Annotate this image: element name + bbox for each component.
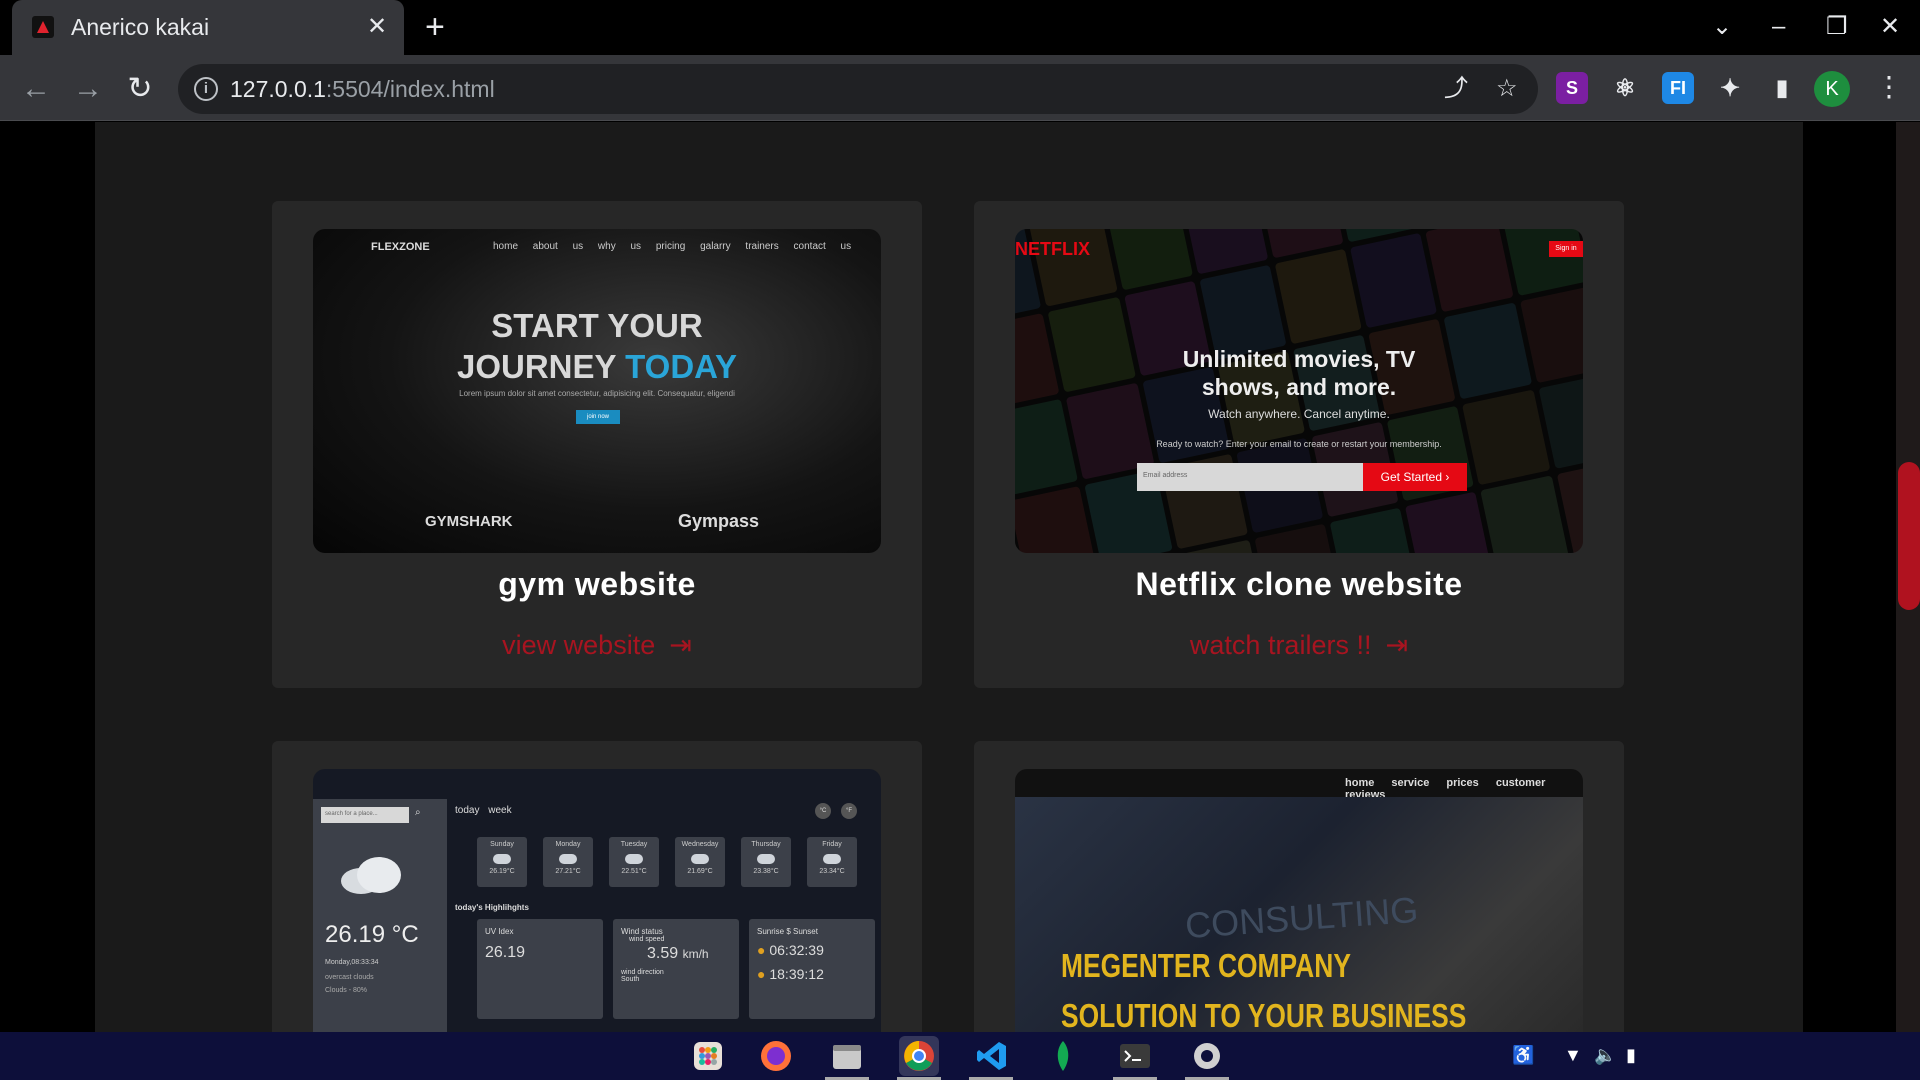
shot-clouds: Clouds - 80% — [325, 987, 368, 994]
browser-tab[interactable]: Anerico kakai ✕ — [12, 0, 404, 55]
react-devtools-icon[interactable]: ⚛ — [1609, 72, 1641, 104]
settings-icon[interactable] — [1187, 1036, 1227, 1076]
shot-search-input: search for a place... — [321, 807, 409, 823]
star-icon[interactable]: ☆ — [1496, 76, 1518, 102]
project-card-netflix: NETFLIX Sign in Unlimited movies, TV sho… — [974, 201, 1624, 688]
menu-icon[interactable]: ⋮ — [1875, 69, 1903, 105]
shot-day-card: Thursday 23.38°C — [741, 837, 791, 887]
shot-unit-c: °C — [815, 803, 831, 819]
scrollbar-thumb[interactable] — [1898, 462, 1920, 610]
sidepanel-icon[interactable]: ▮ — [1766, 72, 1798, 104]
shot-prompt: Ready to watch? Enter your email to crea… — [1156, 439, 1442, 449]
battery-icon[interactable]: ▮ — [1626, 1044, 1636, 1066]
sign-in-arrow-icon: ⇥ — [1385, 630, 1409, 660]
tab-close-button[interactable]: ✕ — [367, 12, 387, 42]
terminal-icon[interactable] — [1115, 1036, 1155, 1076]
new-tab-button[interactable]: + — [425, 10, 445, 44]
shot-signin-button: Sign in — [1549, 241, 1583, 257]
shot-nav: home about us why us pricing galarry tra… — [493, 241, 852, 252]
page-viewport: FLEXZONE home about us why us pricing ga… — [0, 122, 1920, 1032]
wifi-icon[interactable]: ▼ — [1564, 1044, 1582, 1066]
shot-subtitle: Lorem ipsum dolor sit amet consectetur, … — [459, 389, 735, 398]
shot-headline: START YOUR JOURNEY TODAY — [457, 307, 737, 385]
shot-uv-box: UV Idex 26.19 — [477, 919, 603, 1019]
minimize-icon[interactable]: – — [1772, 12, 1785, 42]
shot-brand-gymshark: GYMSHARK — [425, 513, 513, 530]
project-screenshot: search for a place... ⌕ 26.19 °C Monday,… — [313, 769, 881, 1032]
sunset-icon: ● — [757, 966, 766, 982]
project-card-weather: search for a place... ⌕ 26.19 °C Monday,… — [272, 741, 922, 1032]
sign-in-arrow-icon: ⇥ — [669, 630, 692, 660]
shot-get-started-button: Get Started › — [1363, 463, 1467, 491]
info-icon[interactable]: i — [194, 77, 218, 101]
shot-subtitle: Watch anywhere. Cancel anytime. — [1208, 407, 1390, 421]
shot-email-field: Email address — [1137, 463, 1363, 491]
avatar[interactable]: K — [1814, 71, 1850, 107]
shot-day-card: Tuesday 22.51°C — [609, 837, 659, 887]
extension-icon[interactable]: ✦ — [1714, 72, 1746, 104]
shot-sun-box: Sunrise $ Sunset ● 06:32:39 ● 18:39:12 — [749, 919, 875, 1019]
project-title: Netflix clone website — [1135, 566, 1463, 602]
address-bar[interactable]: i 127.0.0.1:5504/index.html ⤴ ☆ — [178, 64, 1538, 114]
close-window-icon[interactable]: ✕ — [1880, 12, 1900, 42]
files-icon[interactable] — [827, 1036, 867, 1076]
project-screenshot: home service prices customer reviews CON… — [1015, 769, 1583, 1032]
shot-temperature: 26.19 °C — [325, 921, 419, 948]
vscode-icon[interactable] — [972, 1036, 1012, 1076]
projects-section: FLEXZONE home about us why us pricing ga… — [95, 122, 1803, 1032]
shot-logo: FLEXZONE — [371, 241, 430, 253]
extension-s-icon[interactable]: S — [1556, 72, 1588, 104]
shot-date: Monday,08:33:34 — [325, 959, 379, 966]
shot-wind-box: Wind status wind speed 3.59 km/h wind di… — [613, 919, 739, 1019]
shot-sidebar: search for a place... ⌕ 26.19 °C Monday,… — [313, 799, 447, 1032]
shot-headline: Unlimited movies, TV shows, and more. — [1182, 346, 1416, 400]
shot-tagline: SOLUTION TO YOUR BUSINESS — [1061, 997, 1467, 1032]
shot-brand: MEGENTER COMPANY — [1061, 947, 1351, 984]
shot-netflix-logo: NETFLIX — [1015, 239, 1090, 259]
shot-unit-f: °F — [841, 803, 857, 819]
accessibility-icon[interactable]: ♿ — [1512, 1044, 1534, 1066]
restore-icon[interactable]: ❐ — [1826, 12, 1848, 42]
launcher-icon[interactable] — [688, 1036, 728, 1076]
shot-hero: CONSULTING MEGENTER COMPANY SOLUTION TO … — [1015, 797, 1583, 1032]
project-screenshot: NETFLIX Sign in Unlimited movies, TV sho… — [1015, 229, 1583, 553]
mongodb-icon[interactable] — [1043, 1036, 1083, 1076]
sunrise-icon: ● — [757, 942, 766, 958]
taskbar: ♿ ▼ 🔈 ▮ — [0, 1032, 1920, 1080]
cloud-icon — [341, 857, 401, 894]
firefox-icon[interactable] — [756, 1036, 796, 1076]
back-icon[interactable]: ← — [18, 71, 54, 107]
browser-toolbar: ← → ↻ i 127.0.0.1:5504/index.html ⤴ ☆ S … — [0, 55, 1920, 121]
volume-icon[interactable]: 🔈 — [1594, 1044, 1616, 1066]
share-icon[interactable]: ⤴ — [1444, 76, 1468, 102]
tab-strip: Anerico kakai ✕ + ⌄ – ❐ ✕ — [0, 0, 1920, 55]
project-title: gym website — [498, 566, 696, 602]
shot-join-button: join now — [576, 410, 620, 424]
shot-brand-gympass: Gympass — [678, 511, 760, 531]
url-text[interactable]: 127.0.0.1:5504/index.html — [230, 76, 495, 103]
project-card-consulting: home service prices customer reviews CON… — [974, 741, 1624, 1032]
forward-icon[interactable]: → — [70, 71, 106, 107]
tab-title: Anerico kakai — [71, 14, 210, 40]
watch-trailers-link[interactable]: watch trailers !! ⇥ — [974, 630, 1624, 661]
shot-hero-word: CONSULTING — [1183, 888, 1420, 947]
chrome-icon[interactable] — [899, 1036, 939, 1076]
tab-search-icon[interactable]: ⌄ — [1712, 12, 1732, 42]
shot-tabs: today week — [455, 805, 512, 816]
project-screenshot: FLEXZONE home about us why us pricing ga… — [313, 229, 881, 553]
view-website-link[interactable]: view website ⇥ — [272, 630, 922, 661]
project-card-gym: FLEXZONE home about us why us pricing ga… — [272, 201, 922, 688]
shot-day-card: Monday 27.21°C — [543, 837, 593, 887]
shot-day-card: Wednesday 21.69°C — [675, 837, 725, 887]
extension-fi-icon[interactable]: FI — [1662, 72, 1694, 104]
shot-day-card: Friday 23.34°C — [807, 837, 857, 887]
shot-condition: overcast clouds — [325, 974, 374, 981]
favicon-icon — [32, 16, 54, 38]
shot-highlights-heading: today's Highlihghts — [455, 903, 529, 912]
shot-day-card: Sunday 26.19°C — [477, 837, 527, 887]
search-icon: ⌕ — [415, 807, 421, 818]
reload-icon[interactable]: ↻ — [122, 71, 158, 107]
